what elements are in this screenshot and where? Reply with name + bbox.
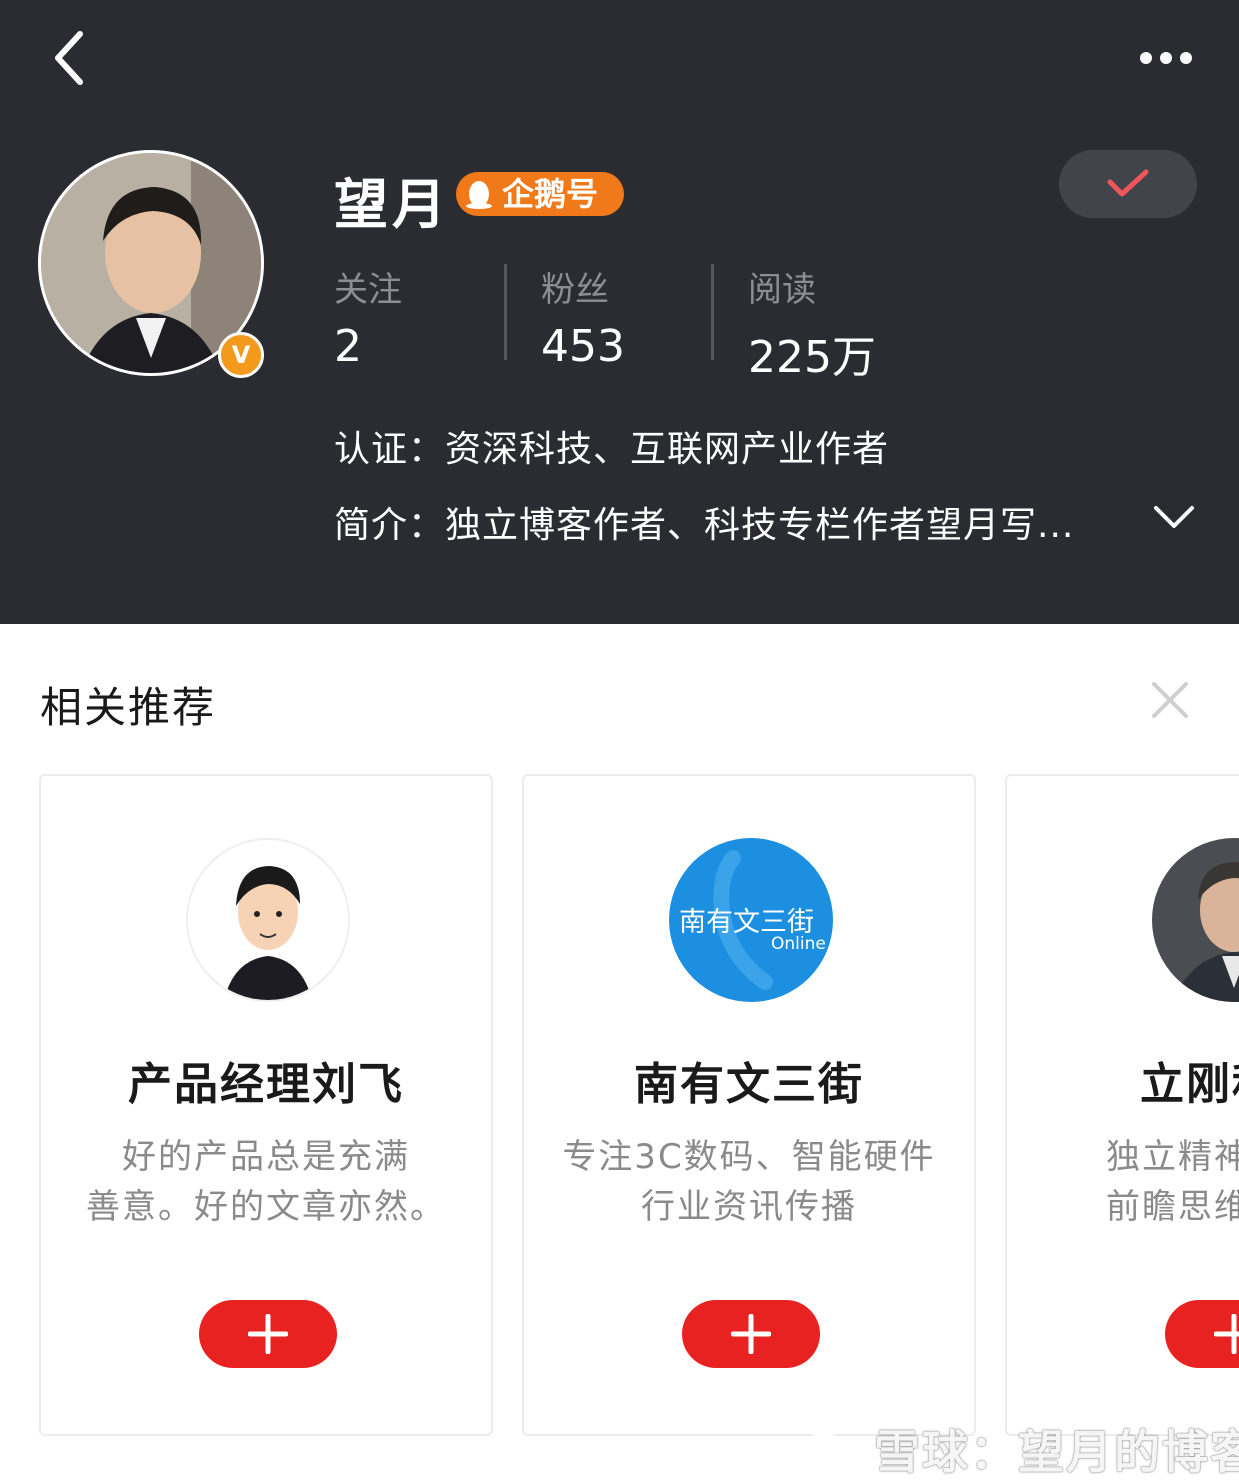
card-desc: 独立精神、态度 前瞻思维、深度 — [1106, 1137, 1239, 1227]
followed-button[interactable] — [1059, 150, 1197, 218]
recommend-card[interactable]: 立刚科技 独立精神、态度 前瞻思维、深度 — [1005, 774, 1239, 1436]
stat-reads: 阅读 225万 — [748, 262, 876, 385]
plus-icon — [248, 1314, 288, 1354]
logo-subtext: Online — [771, 934, 826, 954]
brand-badge-label: 企鹅号 — [502, 175, 599, 213]
intro-text[interactable]: 简介：独立博客作者、科技专栏作者望月写... — [334, 496, 1074, 548]
watermark: 雪球：望月的博客 — [798, 1416, 1239, 1482]
card-clip: 立刚科技 独立精神、态度 前瞻思维、深度 — [1005, 774, 1239, 1436]
brand-badge: 企鹅号 — [456, 172, 624, 216]
card-avatar — [186, 838, 350, 1002]
stat-following[interactable]: 关注 2 — [334, 262, 402, 372]
more-dots-icon — [1140, 52, 1192, 64]
card-desc: 好的产品总是充满 善意。好的文章亦然。 — [86, 1137, 446, 1227]
chevron-down-icon — [1154, 506, 1194, 528]
recommend-card[interactable]: 南有文三街 Online 南有文三街 专注3C数码、智能硬件 行业资讯传播 — [522, 774, 976, 1436]
add-follow-button[interactable] — [1165, 1300, 1239, 1368]
watermark-text: 雪球：望月的博客 — [874, 1425, 1239, 1479]
profile-name: 望月 — [334, 173, 450, 236]
card-name: 产品经理刘飞 — [128, 1059, 404, 1110]
expand-intro-button[interactable] — [1152, 500, 1196, 534]
penguin-icon — [466, 181, 492, 209]
plus-icon — [1214, 1314, 1239, 1354]
divider — [711, 264, 714, 360]
card-name: 立刚科技 — [1140, 1059, 1239, 1110]
recommend-title: 相关推荐 — [40, 683, 217, 732]
stat-value: 2 — [334, 321, 362, 372]
profile-avatar-wrap[interactable]: V — [38, 150, 264, 378]
close-recommend-button[interactable] — [1150, 680, 1190, 720]
certification-text: 认证：资深科技、互联网产业作者 — [334, 429, 890, 470]
stat-value: 453 — [541, 321, 625, 372]
add-follow-button[interactable] — [682, 1300, 820, 1368]
more-button[interactable] — [1134, 40, 1198, 76]
plus-icon — [731, 1314, 771, 1354]
card-avatar: 南有文三街 Online — [669, 838, 833, 1002]
stat-label: 阅读 — [748, 270, 816, 310]
stat-value: 225万 — [748, 332, 876, 383]
verified-badge: V — [218, 332, 264, 378]
profile-header: V 望月 企鹅号 关注 2 粉丝 453 阅读 225万 认证：资深科技、互联网… — [0, 0, 1239, 624]
recommend-card[interactable]: 产品经理刘飞 好的产品总是充满 善意。好的文章亦然。 — [39, 774, 493, 1436]
chevron-left-icon — [55, 31, 83, 85]
stat-label: 粉丝 — [541, 270, 609, 310]
card-avatar — [1152, 838, 1239, 1002]
stat-fans[interactable]: 粉丝 453 — [541, 262, 625, 372]
snowball-logo-icon — [799, 1432, 847, 1479]
card-name: 南有文三街 — [634, 1059, 864, 1110]
check-icon — [1107, 169, 1149, 197]
close-icon — [1152, 682, 1188, 718]
card-desc: 专注3C数码、智能硬件 行业资讯传播 — [562, 1137, 936, 1227]
stat-label: 关注 — [334, 270, 402, 310]
add-follow-button[interactable] — [199, 1300, 337, 1368]
divider — [504, 264, 507, 360]
back-button[interactable] — [48, 28, 92, 88]
